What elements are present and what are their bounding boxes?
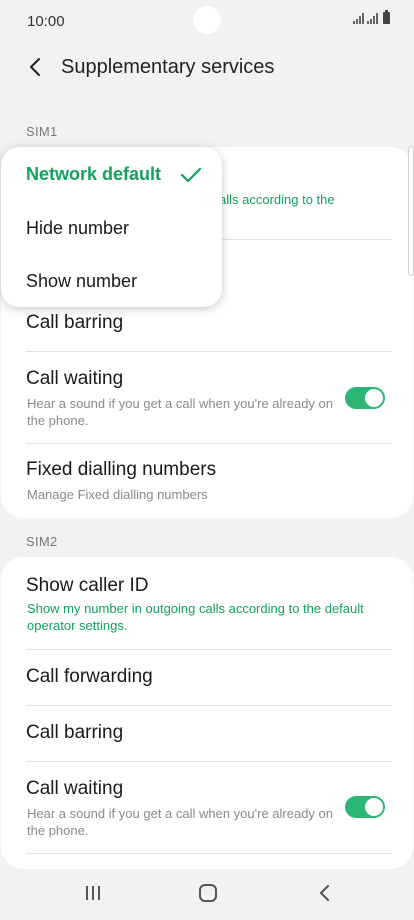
sim1-fixed-dialling-row[interactable]: Fixed dialling numbers Manage Fixed dial… [1,444,413,518]
status-bar: 10:00 [0,0,414,42]
sim2-call-forwarding-row[interactable]: Call forwarding [1,650,413,706]
option-network-default[interactable]: Network default [26,164,161,185]
status-time: 10:00 [27,13,65,30]
sim2-call-forwarding-title: Call forwarding [26,666,153,687]
sim2-call-waiting-toggle[interactable] [345,796,385,818]
sim1-call-waiting-sub: Hear a sound if you get a call when you'… [27,396,334,428]
home-icon [199,884,217,902]
recent-apps-button[interactable] [78,880,108,906]
camera-cutout [193,6,221,34]
home-button[interactable] [193,880,223,906]
check-icon [180,167,202,183]
sim1-call-waiting-title: Call waiting [26,368,124,389]
navigation-bar [0,866,414,920]
sim2-caller-id-row[interactable]: Show caller ID Show my number in outgoin… [1,557,413,649]
toggle-knob [365,798,383,816]
signal-sim2-icon [367,12,378,24]
sim2-call-waiting-title: Call waiting [26,778,124,799]
sim1-fixed-dialling-title: Fixed dialling numbers [26,459,217,480]
page-title: Supplementary services [61,56,275,78]
status-icons [353,10,390,24]
toggle-knob [365,389,383,407]
signal-sim1-icon [353,12,364,24]
sim1-caller-id-sub: alls according to the [219,192,335,207]
app-bar: Supplementary services [0,42,414,94]
sim1-call-waiting-row[interactable]: Call waiting Hear a sound if you get a c… [1,352,413,443]
scrollbar-thumb[interactable] [408,146,414,276]
option-hide-number[interactable]: Hide number [26,218,129,239]
sim2-caller-id-sub: Show my number in outgoing calls accordi… [27,601,364,633]
sim2-card: Show caller ID Show my number in outgoin… [1,557,413,869]
sim2-call-barring-title: Call barring [26,722,124,743]
divider [26,853,391,854]
nav-back-button[interactable] [310,880,340,906]
sim2-section-label: SIM2 [26,534,58,549]
back-arrow-icon [30,58,40,76]
sim2-call-waiting-sub: Hear a sound if you get a call when you'… [27,806,334,838]
sim2-call-waiting-row[interactable]: Call waiting Hear a sound if you get a c… [1,762,413,853]
sim1-section-label: SIM1 [26,124,58,139]
back-button[interactable] [20,52,50,82]
option-show-number[interactable]: Show number [26,271,137,292]
battery-icon [383,10,390,24]
caller-id-options-popup: Network default Hide number Show number [1,147,222,307]
sim1-fixed-dialling-sub: Manage Fixed dialling numbers [27,487,208,502]
sim1-call-barring-title: Call barring [26,312,124,333]
sim1-call-waiting-toggle[interactable] [345,387,385,409]
nav-back-icon [320,885,329,901]
sim2-call-barring-row[interactable]: Call barring [1,706,413,762]
recent-apps-icon [86,886,100,900]
sim2-caller-id-title: Show caller ID [26,575,149,596]
